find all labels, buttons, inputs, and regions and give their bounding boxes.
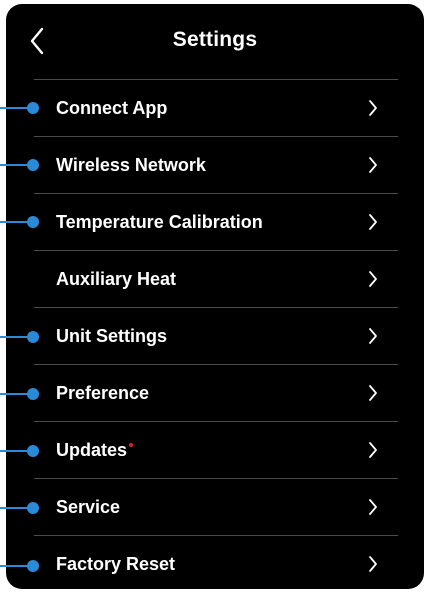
menu-item-unit-settings[interactable]: Unit Settings: [34, 307, 398, 364]
menu-item-label: Unit Settings: [56, 326, 167, 346]
menu-item-service[interactable]: Service: [34, 478, 398, 535]
callout-marker: [0, 102, 40, 114]
callout-dot: [27, 388, 39, 400]
callout-line: [0, 450, 30, 453]
menu-item-label: Wireless Network: [56, 155, 206, 175]
menu-item-updates[interactable]: Updates: [34, 421, 398, 478]
chevron-right-icon: [369, 214, 377, 230]
callout-marker: [0, 388, 40, 400]
menu-item-factory-reset[interactable]: Factory Reset: [34, 535, 398, 592]
callout-line: [0, 393, 30, 395]
callout-dot: [27, 330, 39, 343]
callout-dot: [27, 502, 39, 515]
callout-dot: [27, 445, 39, 458]
callout-marker: [0, 559, 40, 572]
settings-menu: Connect App Wireless Network Temperature…: [6, 79, 424, 592]
menu-item-label: Temperature Calibration: [56, 212, 263, 232]
menu-item-label: Updates: [56, 440, 134, 461]
callout-marker: [0, 330, 40, 343]
callout-dot: [27, 159, 39, 172]
callout-line: [0, 335, 30, 338]
callout-marker: [0, 502, 40, 515]
menu-item-connect-app[interactable]: Connect App: [34, 79, 398, 136]
menu-item-wireless-network[interactable]: Wireless Network: [34, 136, 398, 193]
chevron-right-icon: [369, 385, 377, 401]
menu-item-temperature-calibration[interactable]: Temperature Calibration: [34, 193, 398, 250]
notification-badge-dot: [129, 443, 134, 447]
menu-item-label: Service: [56, 497, 121, 517]
chevron-right-icon: [369, 499, 377, 515]
chevron-right-icon: [369, 157, 377, 173]
chevron-right-icon: [369, 442, 377, 458]
chevron-right-icon: [369, 328, 377, 344]
callout-line: [0, 164, 30, 167]
menu-item-label: Preference: [56, 383, 150, 403]
settings-screen: Settings Connect App Wireless Network Te…: [6, 4, 424, 589]
chevron-right-icon: [369, 556, 377, 572]
callout-line: [0, 107, 30, 109]
callout-marker: [0, 216, 40, 229]
chevron-right-icon: [369, 271, 377, 287]
callout-line: [0, 507, 30, 510]
callout-dot: [27, 559, 39, 572]
callout-marker: [0, 445, 40, 458]
menu-item-preference[interactable]: Preference: [34, 364, 398, 421]
callout-dot: [27, 102, 39, 114]
chevron-right-icon: [369, 100, 377, 116]
callout-line: [0, 221, 30, 224]
callout-dot: [27, 216, 39, 229]
menu-item-label: Auxiliary Heat: [56, 269, 177, 289]
callout-line: [0, 564, 30, 567]
header: Settings: [6, 4, 424, 78]
menu-item-label: Connect App: [56, 98, 168, 118]
menu-item-auxiliary-heat[interactable]: Auxiliary Heat: [34, 250, 398, 307]
menu-item-label: Factory Reset: [56, 554, 176, 574]
callout-marker: [0, 159, 40, 172]
page-title: Settings: [172, 28, 258, 51]
